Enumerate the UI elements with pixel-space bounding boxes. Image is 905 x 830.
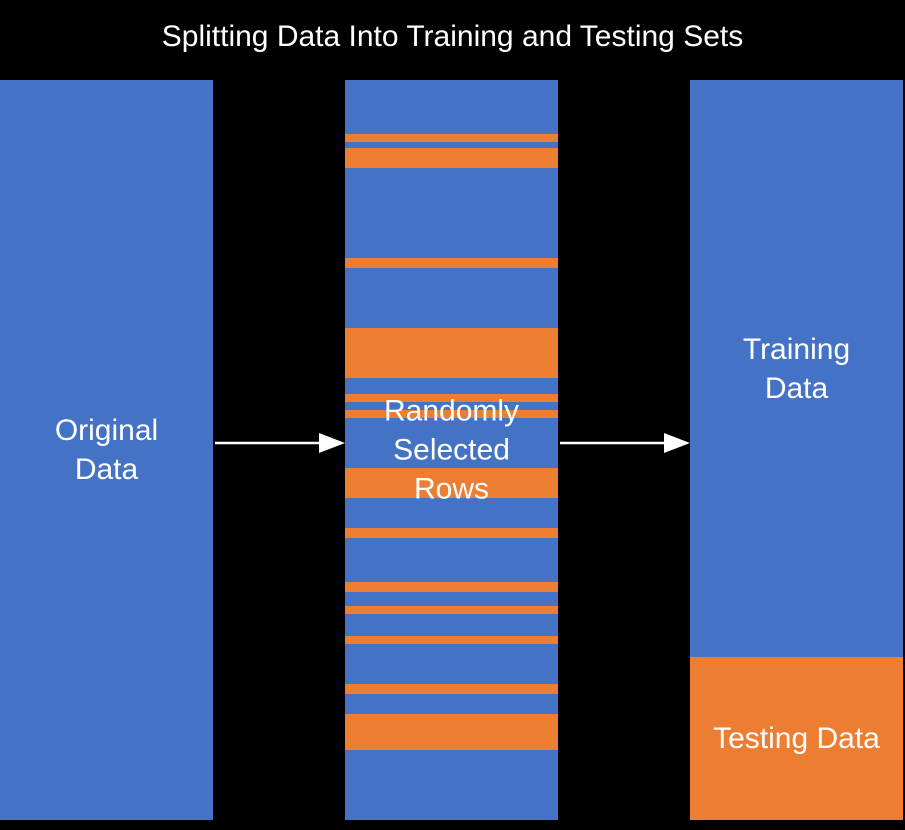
- stripe-blue: [345, 694, 558, 714]
- arrow-1: [215, 430, 345, 456]
- testing-data-section: Testing Data: [690, 657, 903, 820]
- training-data-section: TrainingData: [690, 80, 903, 657]
- split-data-column: TrainingData Testing Data: [690, 80, 903, 820]
- random-rows-column: RandomlySelectedRows: [345, 80, 558, 820]
- stripe-orange: [345, 714, 558, 750]
- stripe-blue: [345, 80, 558, 134]
- stripe-orange: [345, 328, 558, 378]
- stripe-orange: [345, 684, 558, 694]
- stripe-orange: [345, 134, 558, 142]
- arrow-2: [560, 430, 690, 456]
- stripe-blue: [345, 614, 558, 636]
- stripe-orange: [345, 582, 558, 592]
- random-rows-label: RandomlySelectedRows: [345, 392, 558, 509]
- stripe-orange: [345, 258, 558, 268]
- stripe-orange: [345, 636, 558, 644]
- original-data-label: OriginalData: [55, 411, 158, 489]
- stripe-orange: [345, 148, 558, 168]
- training-data-label: TrainingData: [743, 330, 850, 408]
- stripe-blue: [345, 168, 558, 258]
- stripe-orange: [345, 528, 558, 538]
- stripe-blue: [345, 538, 558, 582]
- stripe-orange: [345, 606, 558, 614]
- stripe-blue: [345, 750, 558, 780]
- stripe-blue: [345, 592, 558, 606]
- stripe-blue: [345, 268, 558, 328]
- diagram-title: Splitting Data Into Training and Testing…: [0, 20, 905, 54]
- original-data-column: OriginalData: [0, 80, 213, 820]
- testing-data-label: Testing Data: [713, 719, 880, 758]
- stripe-blue: [345, 644, 558, 684]
